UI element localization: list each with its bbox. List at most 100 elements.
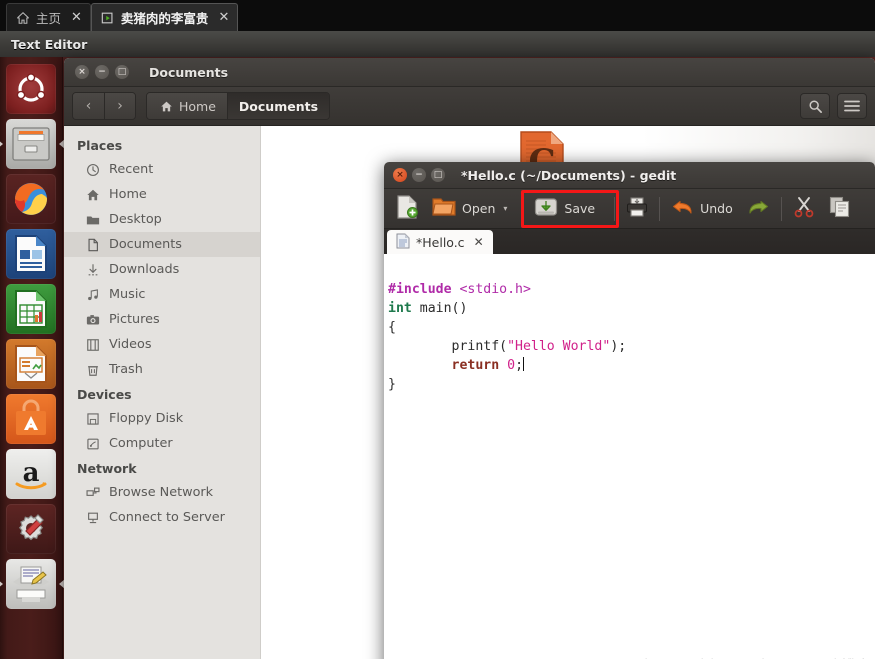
- window-close-button[interactable]: ×: [75, 65, 89, 79]
- gedit-close-button[interactable]: ×: [393, 168, 407, 182]
- gedit-tab-hello-c[interactable]: *Hello.c ✕: [387, 230, 493, 254]
- sidebar-item-label: Floppy Disk: [109, 411, 184, 426]
- forward-button[interactable]: ›: [104, 93, 135, 119]
- code-token: printf(: [388, 339, 508, 354]
- nautilus-titlebar: × − □ Documents: [64, 58, 875, 87]
- sidebar-item-label: Computer: [109, 436, 173, 451]
- code-line: #include <stdio.h>: [388, 280, 875, 299]
- home-icon: [158, 98, 174, 114]
- hamburger-menu-icon[interactable]: [837, 93, 867, 119]
- gedit-code-area[interactable]: #include <stdio.h> int main(){ printf("He…: [384, 254, 875, 659]
- close-icon[interactable]: ✕: [474, 235, 484, 249]
- sidebar-item-browse-network[interactable]: Browse Network: [64, 480, 260, 505]
- sidebar-item-label: Recent: [109, 162, 154, 177]
- chevron-down-icon[interactable]: ▾: [503, 204, 507, 213]
- code-line: return 0;: [388, 356, 875, 375]
- undo-button[interactable]: Undo: [664, 193, 740, 225]
- toolbar-separator: [659, 196, 661, 221]
- ubuntu-desktop: Text Editor a × − □ Documents ‹ › Home D…: [0, 31, 875, 659]
- close-icon[interactable]: ✕: [71, 10, 82, 25]
- sidebar-item-computer[interactable]: Computer: [64, 431, 260, 456]
- sidebar-item-label: Desktop: [109, 212, 162, 227]
- undo-label: Undo: [700, 201, 733, 216]
- unity-top-panel: Text Editor: [0, 31, 875, 57]
- gedit-maximize-button[interactable]: □: [431, 168, 445, 182]
- home-icon: [16, 11, 30, 25]
- code-token: );: [610, 339, 627, 354]
- scissors-icon: [793, 196, 815, 221]
- code-token: <stdio.h>: [459, 282, 531, 297]
- browser-tab-home[interactable]: 主页 ✕: [6, 3, 91, 31]
- undo-arrow-icon: [671, 197, 694, 220]
- gedit-tab-label: *Hello.c: [416, 234, 465, 250]
- browser-tabstrip: 主页 ✕ 卖猪肉的李富贵 ✕: [0, 0, 875, 31]
- toolbar-separator: [614, 196, 616, 221]
- clock-icon: [85, 162, 101, 178]
- browser-tab-active[interactable]: 卖猪肉的李富贵 ✕: [90, 3, 239, 31]
- back-button[interactable]: ‹: [73, 93, 104, 119]
- printer-icon: [626, 196, 648, 221]
- save-button[interactable]: Save: [527, 193, 602, 225]
- gedit-minimize-button[interactable]: −: [412, 168, 426, 182]
- navigation-group: ‹ ›: [72, 92, 136, 120]
- copy-icon: [829, 196, 851, 221]
- code-token: }: [388, 377, 396, 392]
- system-settings-icon[interactable]: [6, 504, 56, 554]
- breadcrumb-home[interactable]: Home: [147, 93, 227, 119]
- sidebar-item-connect-to-server[interactable]: Connect to Server: [64, 505, 260, 530]
- save-disk-icon: [534, 195, 558, 222]
- libreoffice-impress-icon[interactable]: [6, 339, 56, 389]
- window-minimize-button[interactable]: −: [95, 65, 109, 79]
- breadcrumb-label: Home: [179, 98, 216, 114]
- gedit-tabbar: *Hello.c ✕: [384, 229, 875, 254]
- amazon-icon[interactable]: a: [6, 449, 56, 499]
- ubuntu-software-icon[interactable]: [6, 394, 56, 444]
- copy-button[interactable]: [822, 193, 858, 225]
- sidebar-item-label: Trash: [109, 362, 143, 377]
- close-icon[interactable]: ✕: [218, 10, 229, 25]
- firefox-icon[interactable]: [6, 174, 56, 224]
- sidebar-item-home[interactable]: Home: [64, 182, 260, 207]
- new-file-button[interactable]: [389, 193, 425, 225]
- trash-icon: [85, 362, 101, 378]
- code-token: 0: [507, 358, 516, 373]
- sidebar-item-documents[interactable]: Documents: [64, 232, 260, 257]
- nautilus-sidebar: Places Recent Home Desktop Documents Dow…: [64, 126, 261, 659]
- sidebar-item-label: Music: [109, 287, 146, 302]
- browser-tab-label: 主页: [36, 11, 62, 26]
- libreoffice-writer-icon[interactable]: [6, 229, 56, 279]
- sidebar-item-label: Home: [109, 187, 147, 202]
- code-token: main(): [411, 301, 468, 316]
- sidebar-item-floppy-disk[interactable]: Floppy Disk: [64, 406, 260, 431]
- open-button[interactable]: Open ▾: [425, 193, 514, 225]
- sidebar-item-videos[interactable]: Videos: [64, 332, 260, 357]
- code-token: return: [451, 358, 500, 373]
- code-token: int: [388, 301, 412, 316]
- open-folder-icon: [432, 196, 456, 221]
- gedit-titlebar: × − □ *Hello.c (~/Documents) - gedit: [384, 162, 875, 189]
- sidebar-item-desktop[interactable]: Desktop: [64, 207, 260, 232]
- sidebar-header-places: Places: [77, 138, 123, 153]
- sidebar-item-downloads[interactable]: Downloads: [64, 257, 260, 282]
- cut-button[interactable]: [786, 193, 822, 225]
- gedit-title: *Hello.c (~/Documents) - gedit: [461, 167, 677, 183]
- search-icon[interactable]: [800, 93, 830, 119]
- window-maximize-button[interactable]: □: [115, 65, 129, 79]
- breadcrumb-documents[interactable]: Documents: [226, 93, 330, 119]
- ubuntu-dash-icon[interactable]: [6, 64, 56, 114]
- sidebar-item-music[interactable]: Music: [64, 282, 260, 307]
- redo-button[interactable]: [740, 193, 777, 225]
- sidebar-item-recent[interactable]: Recent: [64, 157, 260, 182]
- text-editor-gedit-icon[interactable]: [6, 559, 56, 609]
- folder-icon: [85, 212, 101, 228]
- libreoffice-calc-icon[interactable]: [6, 284, 56, 334]
- print-button[interactable]: [619, 193, 655, 225]
- page-title: Text Editor: [11, 36, 88, 52]
- sidebar-item-trash[interactable]: Trash: [64, 357, 260, 382]
- sidebar-item-pictures[interactable]: Pictures: [64, 307, 260, 332]
- nautilus-toolbar: ‹ › Home Documents: [64, 87, 875, 126]
- film-icon: [85, 337, 101, 353]
- files-nautilus-icon[interactable]: [6, 119, 56, 169]
